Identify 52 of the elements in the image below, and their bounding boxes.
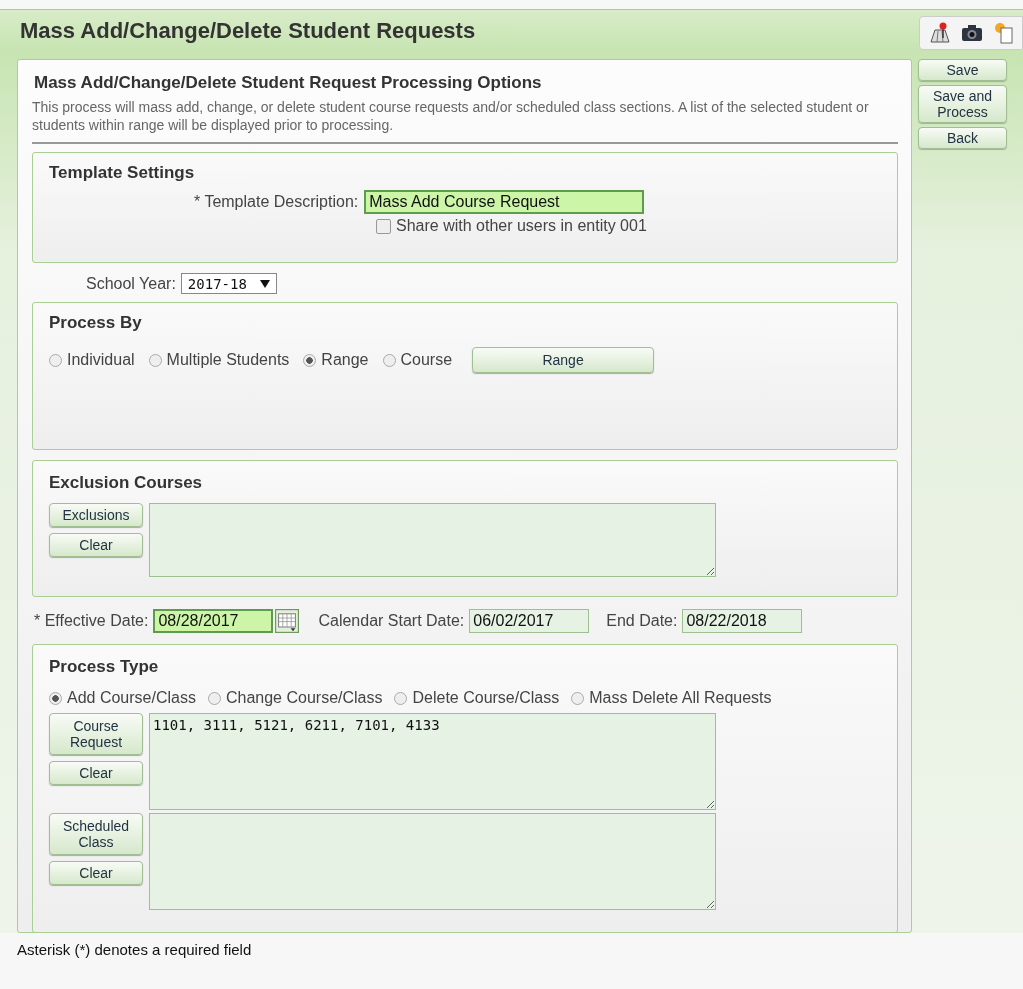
school-year-dropdown[interactable]: 2017-18 [180,273,277,294]
side-button[interactable]: Back [918,127,1007,149]
list-button[interactable]: Clear [49,861,143,885]
radio-button[interactable] [207,691,221,705]
date-field[interactable]: 08/22/2018 [682,609,803,633]
list-button[interactable]: Course Request [49,713,143,755]
checkbox[interactable] [376,218,391,234]
radio-button[interactable] [394,691,408,705]
course-list-text-area[interactable] [149,813,716,910]
date-field[interactable]: 08/28/2017 [153,609,274,633]
section-title: Mass Add/Change/Delete Student Request Processing Options [34,73,543,93]
template-description-field[interactable]: Mass Add Course Request [364,190,645,214]
field-label: * Effective Date: [34,612,149,630]
field-label: Calendar Start Date: [318,612,465,630]
field-label: * Template Description: [194,193,359,211]
radio-button[interactable] [49,353,62,367]
section-title: Exclusion Courses [49,473,204,493]
section-title: Template Settings [49,163,196,183]
radio-button[interactable] [382,353,396,367]
radio-label: Change Course/Class [225,689,383,707]
section-title: Process Type [49,657,160,677]
new-page-icon[interactable] [992,21,1016,45]
range-button[interactable]: Range [472,347,655,373]
list-button[interactable]: Exclusions [49,503,143,527]
map-pin-icon[interactable] [928,21,952,45]
caret-icon [259,279,270,288]
page-title: Mass Add/Change/Delete Student Requests [20,17,476,44]
radio-label: Range [321,351,369,369]
checkbox-label: Share with other users in entity 001 [396,217,647,235]
list-button[interactable]: Scheduled Class [49,813,143,855]
section-title: Process By [49,313,143,333]
calendar-icon[interactable] [275,609,300,633]
radio-label: Multiple Students [166,351,290,369]
course-list-text-area[interactable]: 1101, 3111, 5121, 6211, 7101, 4133 [149,713,716,810]
field-label: School Year: [86,274,176,293]
list-button[interactable]: Clear [49,533,143,557]
date-field[interactable]: 06/02/2017 [469,609,590,633]
radio-button[interactable] [49,691,62,705]
side-button[interactable]: Save [918,59,1007,81]
list-button[interactable]: Clear [49,761,143,785]
description-text: This process will mass add, change, or delete student course requests and/or scheduled class sections. A list of the selected student or students within range will be displayed prior to processing. [32,98,870,134]
exclusions-text-area[interactable] [149,503,716,577]
radio-button[interactable] [148,353,162,367]
radio-label: Course [400,351,453,369]
radio-label: Delete Course/Class [412,689,560,707]
radio-button[interactable] [571,691,585,705]
radio-button[interactable] [303,353,317,367]
radio-label: Individual [67,351,135,369]
field-label: End Date: [606,612,678,630]
radio-label: Add Course/Class [67,689,196,707]
side-button[interactable]: Save and Process [918,85,1007,123]
radio-label: Mass Delete All Requests [589,689,772,707]
